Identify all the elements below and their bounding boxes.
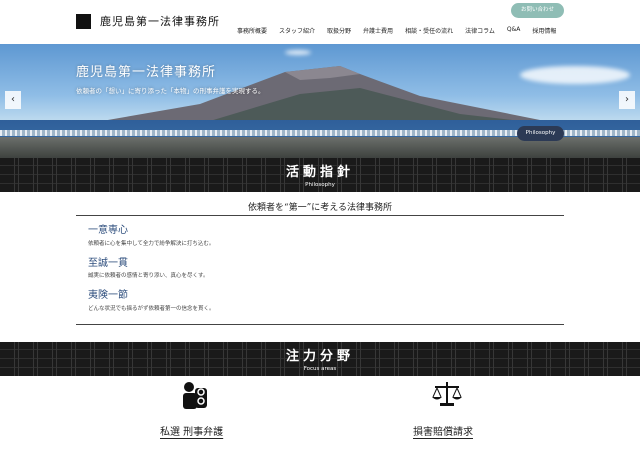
nav-item-qa[interactable]: Q&A xyxy=(507,26,521,36)
divider xyxy=(76,215,564,216)
contact-button[interactable]: お問い合わせ xyxy=(511,3,564,18)
focus-area-criminal-defense-link[interactable]: 私選 刑事弁護 xyxy=(160,423,223,438)
scales-icon[interactable] xyxy=(430,380,464,408)
nav-item-fees[interactable]: 弁護士費用 xyxy=(363,26,393,36)
site-header: 鹿児島第一法律事務所 お問い合わせ 事務所概要 スタッフ紹介 取扱分野 弁護士費… xyxy=(0,0,640,44)
philosophy-subtitle: Philosophy xyxy=(305,182,335,188)
philosophy-heading: 依頼者を“第一”に考える法律事務所 xyxy=(248,203,392,213)
nav-item-office[interactable]: 事務所概要 xyxy=(237,26,267,36)
focus-title: 注力分野 xyxy=(285,349,354,364)
principle-desc: どんな状況でも揺るがず依頼者第一の信念を貫く。 xyxy=(88,306,215,312)
divider xyxy=(76,324,564,325)
nav-item-flow[interactable]: 相談・受任の流れ xyxy=(405,26,453,36)
site-logo-text[interactable]: 鹿児島第一法律事務所 xyxy=(100,13,220,29)
principle-title: 至誠一貫 xyxy=(88,258,128,269)
principle-title: 夷険一節 xyxy=(88,290,128,301)
logo-mark-icon[interactable] xyxy=(76,14,91,29)
nav-item-recruit[interactable]: 採用情報 xyxy=(532,26,556,36)
main-nav: 事務所概要 スタッフ紹介 取扱分野 弁護士費用 相談・受任の流れ 法律コラム Q… xyxy=(237,26,556,36)
nav-item-staff[interactable]: スタッフ紹介 xyxy=(279,26,315,36)
chevron-left-icon[interactable]: ‹ xyxy=(5,91,21,109)
hero-subtitle: 依頼者の「想い」に寄り添った「本物」の刑事弁護を実現する。 xyxy=(76,87,265,95)
nav-item-practice[interactable]: 取扱分野 xyxy=(327,26,351,36)
handcuffs-person-icon[interactable] xyxy=(180,380,210,412)
chevron-right-icon[interactable]: › xyxy=(619,91,635,109)
focus-banner: 注力分野 Focus areas xyxy=(0,342,640,376)
principle-title: 一意専心 xyxy=(88,225,128,236)
principle-desc: 依頼者に心を集中して全力で紛争解決に打ち込む。 xyxy=(88,241,215,247)
philosophy-badge-button[interactable]: Philosophy xyxy=(517,126,564,141)
philosophy-title: 活動指針 xyxy=(285,165,354,180)
philosophy-banner: 活動指針 Philosophy xyxy=(0,158,640,192)
nav-item-column[interactable]: 法律コラム xyxy=(465,26,495,36)
focus-area-damages-link[interactable]: 損害賠償請求 xyxy=(413,423,473,438)
principle-desc: 誠実に依頼者の感情と寄り添い、真心を尽くす。 xyxy=(88,273,209,279)
focus-subtitle: Focus areas xyxy=(303,366,337,372)
hero-title: 鹿児島第一法律事務所 xyxy=(76,65,217,80)
hero-slider: 鹿児島第一法律事務所 依頼者の「想い」に寄り添った「本物」の刑事弁護を実現する。… xyxy=(0,44,640,158)
